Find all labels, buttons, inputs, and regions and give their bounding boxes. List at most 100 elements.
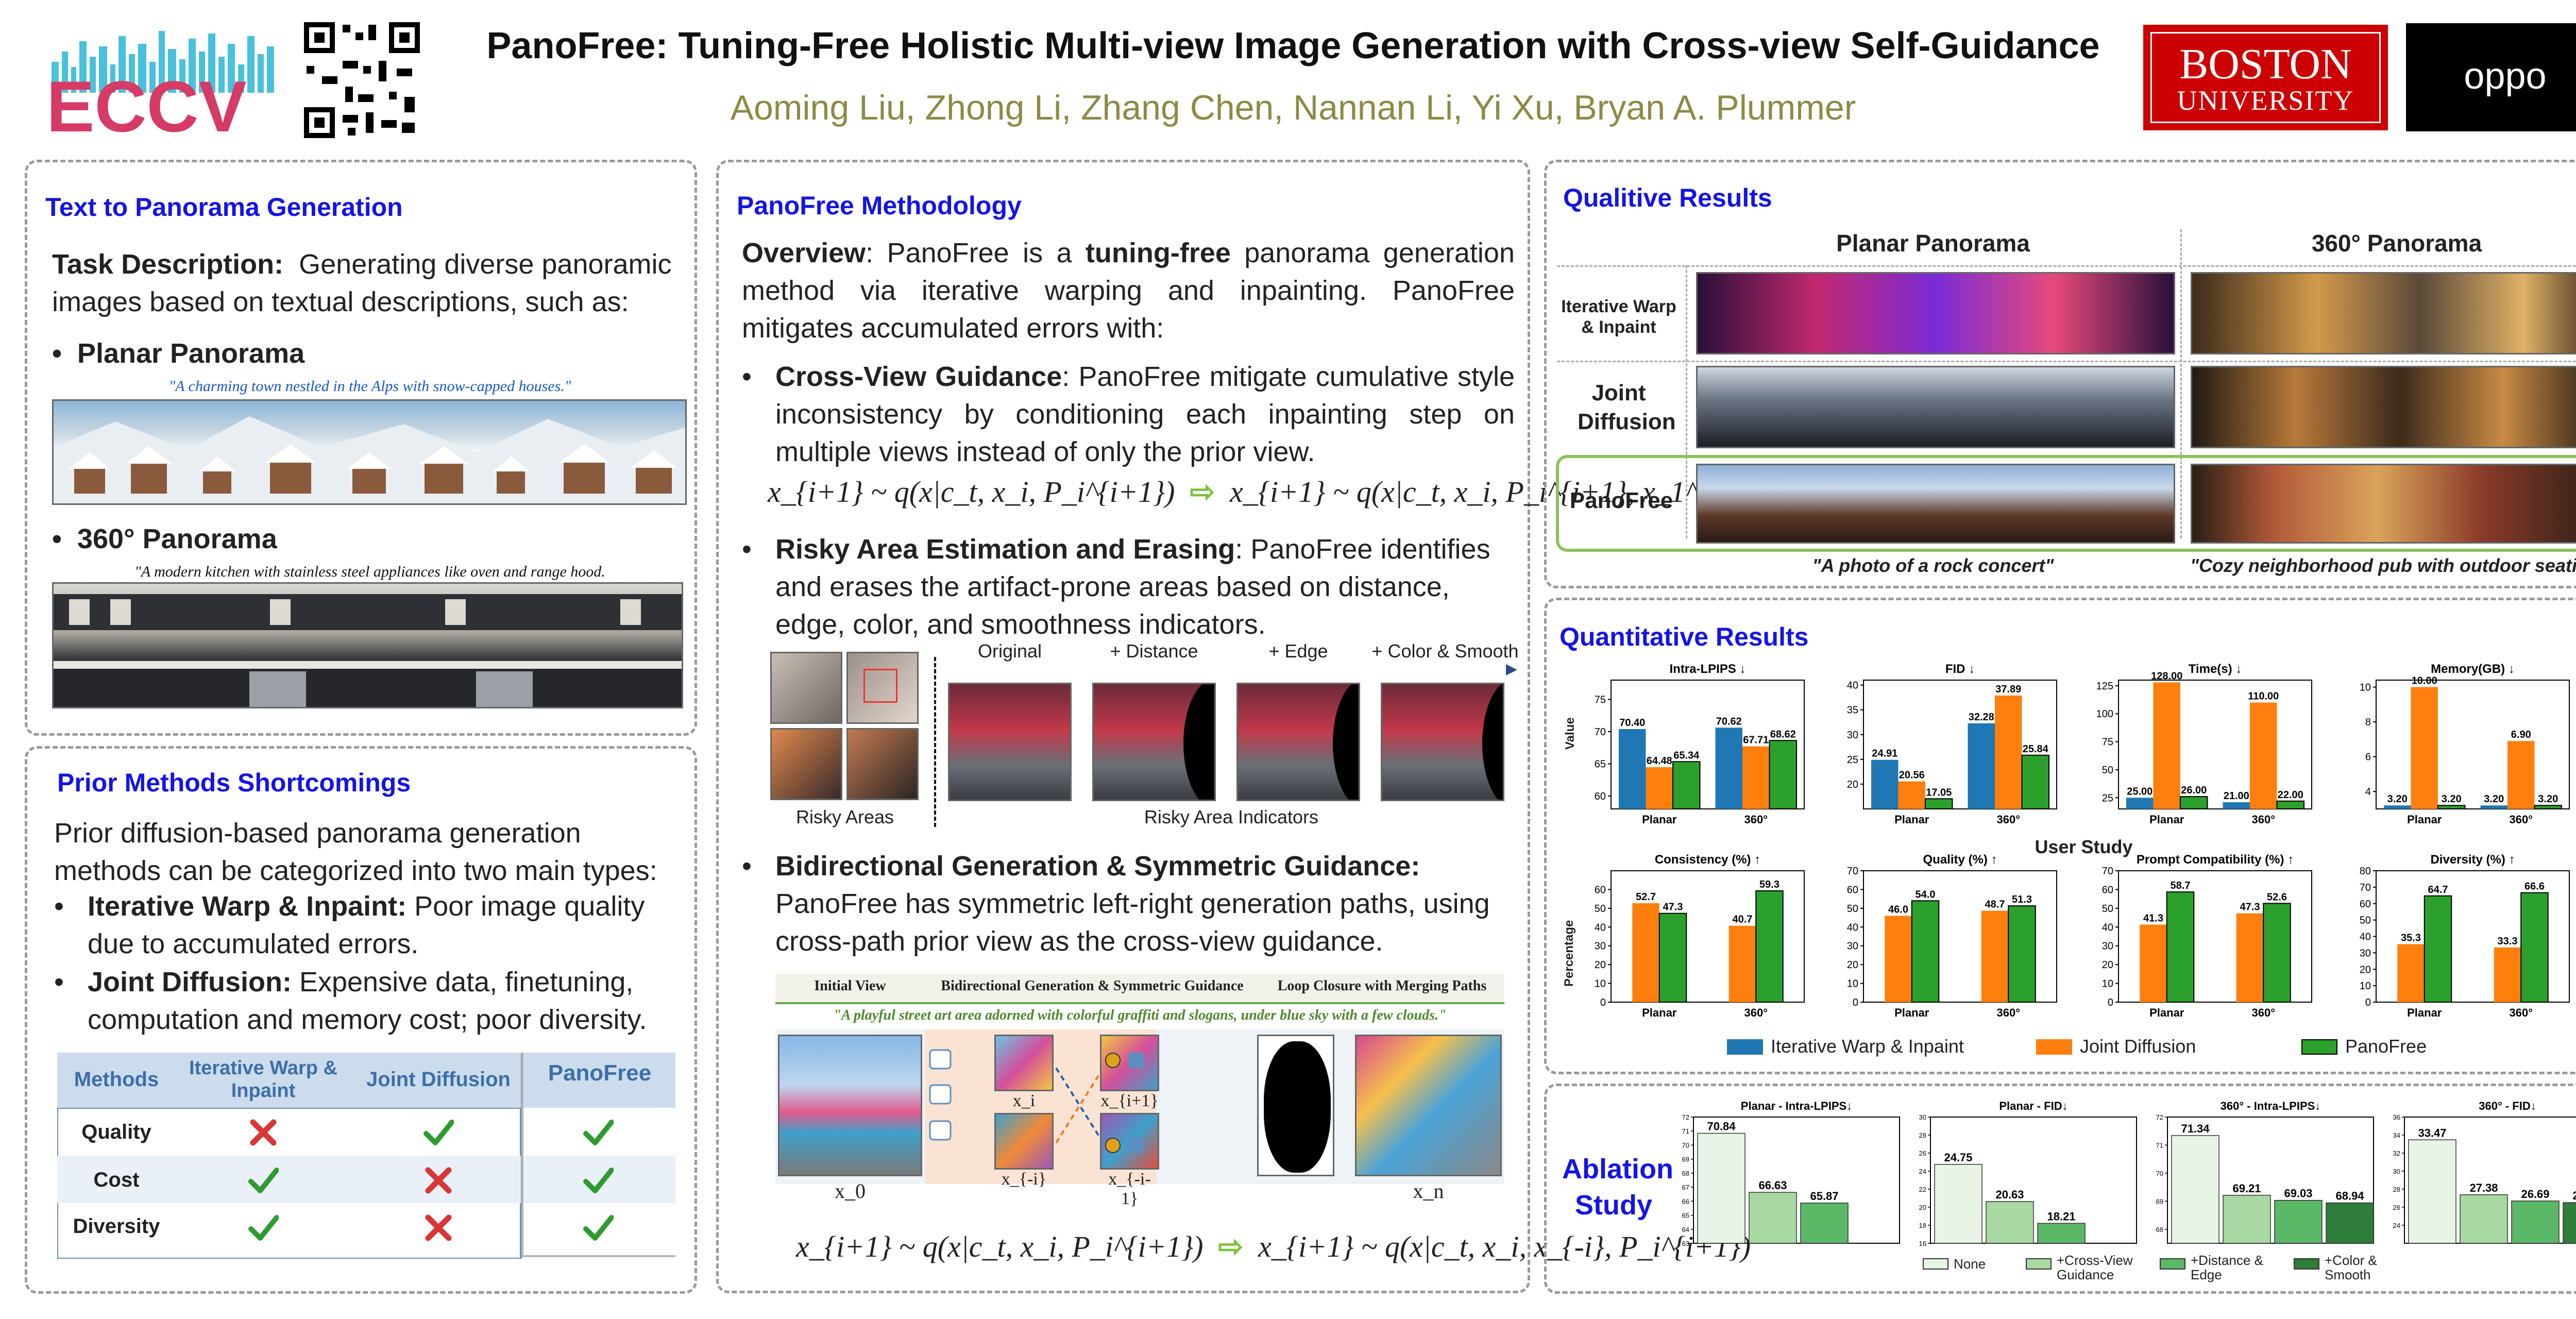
- legend-swatch: [2026, 1258, 2052, 1270]
- col-header-planar: Planar Panorama: [1836, 230, 2030, 257]
- quantitative-charts: Intra-LPIPS ↓60657075Planar70.4064.48 65.…: [1595, 662, 2570, 1019]
- risky-label-edge: + Edge: [1268, 640, 1328, 662]
- bar: [2494, 947, 2521, 1002]
- bidir-caption: "A playful street art area adorned with …: [833, 1007, 1447, 1023]
- y-tick-label: 30: [2360, 948, 2371, 959]
- quant-legend: Iterative Warp & Inpaint Joint Diffusion…: [1711, 1033, 2576, 1064]
- qr-code[interactable]: [301, 20, 422, 141]
- bar: [2411, 687, 2438, 809]
- y-tick-label: 35: [1847, 705, 1858, 716]
- risky-label-distance: + Distance: [1110, 640, 1198, 662]
- bar: [2223, 1195, 2271, 1244]
- x-tick-label: Planar: [1642, 1006, 1677, 1019]
- check-icon: [248, 1212, 279, 1243]
- y-tick-label: 70: [2102, 866, 2113, 877]
- grid-line: [1557, 361, 2576, 362]
- cross-icon: [423, 1165, 454, 1196]
- y-tick-label: 60: [2102, 884, 2113, 895]
- oppo-logo: oppo: [2406, 23, 2576, 131]
- data-label: 47.3: [1663, 902, 1683, 913]
- chart-title: Prompt Compatibility (%) ↑: [2137, 853, 2294, 867]
- section-title: PanoFree Methodology: [737, 191, 1022, 220]
- bar: [2180, 796, 2208, 809]
- chart-title: Intra-LPIPS ↓: [1669, 662, 1745, 676]
- data-label: 52.6: [2267, 891, 2287, 903]
- data-label: 41.3: [2143, 913, 2163, 924]
- b2-label: Risky Area Estimation and Erasing: [775, 534, 1235, 565]
- check-icon: [583, 1117, 614, 1148]
- initial-view-image: [778, 1035, 922, 1176]
- data-label: 20.56: [1899, 770, 1925, 781]
- bidir-arrows: [929, 1049, 1144, 1153]
- legend-label: None: [1954, 1256, 1986, 1272]
- y-tick-label: 25: [1847, 754, 1858, 766]
- pub-iterative-image: [2191, 272, 2576, 354]
- panel-prior-methods: Prior Methods Shortcomings Prior diffusi…: [25, 746, 697, 1294]
- col-header-360: 360° Panorama: [2311, 230, 2482, 257]
- y-tick-label: 10: [2102, 978, 2113, 990]
- x-tick-label: Planar: [2149, 1006, 2184, 1019]
- y-tick-label: 0: [2365, 997, 2371, 1008]
- risky-area-figure: Risky Areas Original + Distance + Edge +…: [770, 640, 1519, 832]
- y-tick-label: 20: [2102, 959, 2113, 971]
- section-title: Text to Panorama Generation: [45, 193, 403, 222]
- eq1-left: x_{i+1} ~ q(x|c_t, x_i, P_i^{i+1}): [768, 475, 1175, 509]
- y-tick-label: 50: [2360, 915, 2371, 926]
- bar: [1934, 1164, 1982, 1244]
- bar: [1986, 1201, 2034, 1244]
- task-label: Task Description:: [52, 249, 284, 280]
- bar: [2223, 802, 2250, 809]
- y-tick-label: 36: [2393, 1113, 2400, 1121]
- b1-label: Cross-View Guidance: [775, 361, 1062, 392]
- y-tick-label: 40: [1847, 680, 1858, 691]
- concert-joint-image: [1696, 366, 2175, 448]
- bullet-bidirectional: • Bidirectional Generation & Symmetric G…: [742, 851, 1490, 957]
- panel-qualitative: Qualitive Results Planar Panorama 360° P…: [1544, 160, 2576, 588]
- table-header-joint: Joint Diffusion: [366, 1068, 511, 1091]
- bidir-header: Initial View: [814, 978, 886, 994]
- panel-ablation: Ablation Study Planar - Intra-LPIPS↓ 63 64…: [1544, 1084, 2576, 1294]
- data-label: 24.75: [1944, 1151, 1972, 1164]
- risky-area-image: [770, 652, 842, 724]
- y-tick-label: 70: [1847, 866, 1858, 877]
- x-tick-label: 360°: [1996, 1006, 2020, 1019]
- y-tick-label: 28: [2393, 1186, 2400, 1193]
- bar: [2171, 1135, 2219, 1244]
- y-tick-label: 24: [1919, 1168, 1926, 1175]
- bar: [1619, 729, 1646, 809]
- b3-label: Bidirectional Generation & Symmetric Gui…: [775, 851, 1420, 882]
- data-label: 25.84: [2023, 743, 2049, 755]
- y-tick-label: 63: [1682, 1240, 1689, 1247]
- bar: [2437, 805, 2466, 810]
- bar: [1925, 798, 1953, 809]
- bar: [2397, 944, 2425, 1002]
- bar: [1646, 767, 1673, 809]
- chart-title: 360° - FID↓: [2479, 1100, 2536, 1112]
- y-tick-label: 16: [1919, 1240, 1926, 1247]
- bar: [1658, 912, 1687, 1003]
- node-label-xi1: x_{i+1}: [1100, 1091, 1159, 1110]
- risky-area-image: [770, 728, 842, 800]
- oppo-text: oppo: [2464, 56, 2547, 97]
- loop-closure-mask: [1257, 1035, 1334, 1176]
- data-label: 33.47: [2418, 1126, 2446, 1139]
- bullet-planar: • Planar Panorama: [52, 338, 305, 369]
- y-tick-label: 20: [2360, 964, 2371, 975]
- grid-line: [1557, 265, 2576, 267]
- bar: [2563, 1202, 2576, 1244]
- y-tick-label: 20: [1847, 959, 1858, 971]
- bar: [1968, 723, 1995, 809]
- data-label: 27.38: [2469, 1181, 2498, 1194]
- bar: [2534, 805, 2562, 810]
- y-tick-label: 71: [2156, 1141, 2163, 1149]
- table-header-methods: Methods: [74, 1068, 159, 1091]
- x-tick-label: 360°: [2509, 813, 2533, 826]
- chart-title: Planar - Intra-LPIPS↓: [1741, 1100, 1852, 1112]
- data-label: 64.48: [1647, 755, 1672, 767]
- data-label: 26.69: [2521, 1188, 2549, 1200]
- chart-title: Consistency (%) ↑: [1655, 853, 1760, 867]
- street-image-color-smooth: [1381, 683, 1504, 801]
- comparison-table: Methods Iterative Warp & Inpaint Joint D…: [56, 1046, 678, 1260]
- y-tick-label: 24: [2393, 1222, 2400, 1229]
- bar: [1871, 759, 1899, 809]
